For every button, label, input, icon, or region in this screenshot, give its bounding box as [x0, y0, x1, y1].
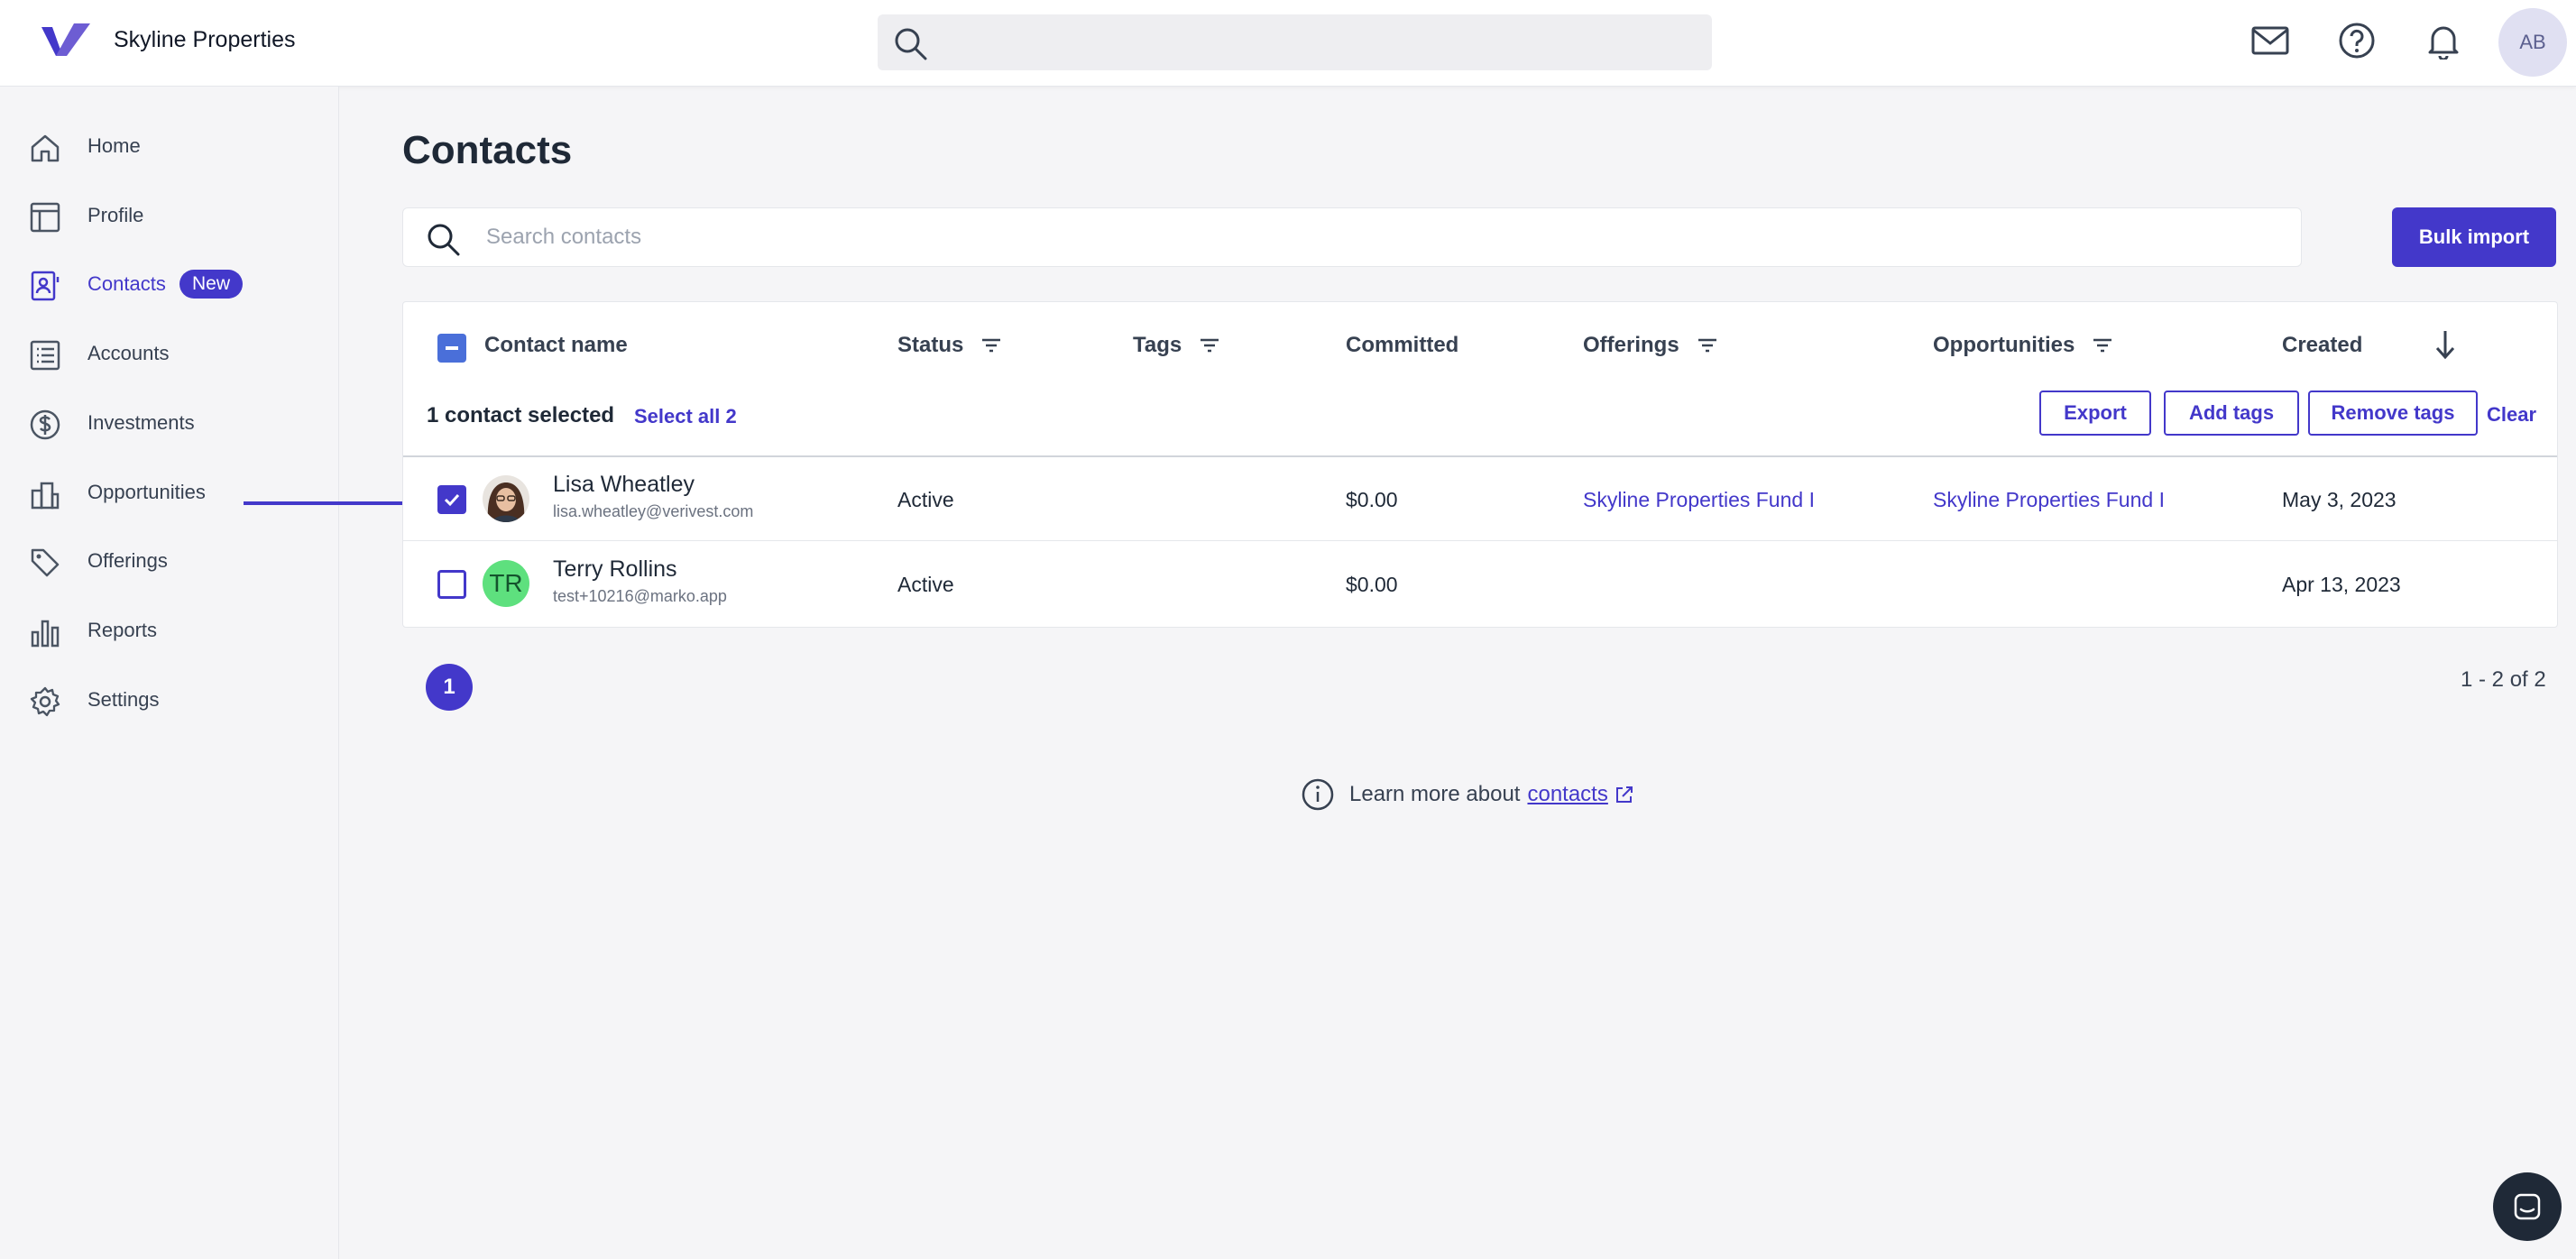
- new-badge: New: [179, 270, 244, 299]
- mail-icon[interactable]: [2251, 22, 2289, 60]
- select-all-checkbox[interactable]: [437, 334, 466, 363]
- sidebar-item-accounts[interactable]: Accounts: [0, 326, 339, 381]
- info-icon: [1302, 778, 1334, 811]
- sidebar-item-label: Settings: [87, 688, 160, 711]
- learn-more-text: Learn more about: [1349, 782, 1521, 806]
- user-avatar[interactable]: AB: [2498, 8, 2567, 77]
- created-cell: Apr 13, 2023: [2282, 573, 2401, 596]
- sidebar-item-label: Profile: [87, 204, 144, 226]
- sidebar: Home Profile Contacts New Accounts Inves…: [0, 87, 339, 1259]
- checkmark-icon: [444, 493, 460, 507]
- accounts-icon: [30, 340, 60, 371]
- remove-tags-button[interactable]: Remove tags: [2308, 391, 2478, 436]
- main-content: Contacts Bulk import Contact name Status…: [339, 87, 2576, 1259]
- add-tags-button[interactable]: Add tags: [2164, 391, 2299, 436]
- sidebar-item-label: Offerings: [87, 549, 168, 572]
- learn-more: Learn more about contacts: [1301, 777, 1635, 812]
- sidebar-item-label: Investments: [87, 411, 195, 434]
- sidebar-item-investments[interactable]: Investments: [0, 396, 339, 450]
- selection-count: 1 contact selected: [427, 403, 615, 427]
- external-link-icon[interactable]: [1614, 784, 1635, 805]
- help-icon[interactable]: [2338, 22, 2376, 60]
- select-all-link[interactable]: Select all 2: [634, 405, 737, 428]
- column-header-created[interactable]: Created: [2282, 333, 2362, 358]
- investments-icon: [30, 409, 60, 440]
- column-header-label: Committed: [1346, 333, 1459, 357]
- table-row[interactable]: TR Terry Rollins test+10216@marko.app Ac…: [403, 542, 2557, 626]
- filter-icon[interactable]: [2093, 337, 2112, 354]
- status-cell: Active: [897, 573, 954, 596]
- contact-name[interactable]: Lisa Wheatley: [553, 472, 695, 498]
- sidebar-item-offerings[interactable]: Offerings: [0, 534, 339, 588]
- home-icon: [31, 134, 60, 162]
- column-header-label: Created: [2282, 333, 2363, 357]
- contact-email: lisa.wheatley@verivest.com: [553, 502, 754, 520]
- column-header-label: Offerings: [1583, 333, 1679, 357]
- bulk-import-button[interactable]: Bulk import: [2392, 207, 2556, 267]
- column-header-opportunities[interactable]: Opportunities: [1933, 333, 2112, 358]
- avatar: [483, 475, 529, 522]
- sidebar-item-profile[interactable]: Profile: [0, 188, 339, 243]
- sidebar-item-label: Contacts: [87, 272, 166, 295]
- column-header-offerings[interactable]: Offerings: [1583, 333, 1717, 358]
- sidebar-item-home[interactable]: Home: [0, 119, 339, 173]
- column-header-tags[interactable]: Tags: [1133, 333, 1219, 358]
- settings-icon: [30, 686, 60, 717]
- sidebar-item-reports[interactable]: Reports: [0, 603, 339, 657]
- column-header-label: Opportunities: [1933, 333, 2075, 357]
- contact-name[interactable]: Terry Rollins: [553, 556, 677, 583]
- filter-icon[interactable]: [1200, 337, 1219, 354]
- table-row[interactable]: Lisa Wheatley lisa.wheatley@verivest.com…: [403, 457, 2557, 541]
- contact-photo: [483, 475, 529, 522]
- sidebar-item-label: Accounts: [87, 342, 170, 364]
- column-header-label: Tags: [1133, 333, 1182, 357]
- filter-icon[interactable]: [981, 337, 1001, 354]
- profile-icon: [30, 202, 60, 233]
- row-checkbox[interactable]: [437, 485, 466, 514]
- global-search-input[interactable]: [878, 14, 1712, 70]
- contact-search-input[interactable]: [484, 217, 2198, 257]
- column-header-contact-name[interactable]: Contact name: [484, 333, 628, 358]
- sidebar-item-settings[interactable]: Settings: [0, 673, 339, 727]
- avatar: TR: [483, 560, 529, 607]
- page-title: Contacts: [402, 128, 573, 172]
- top-bar: Skyline Properties AB: [0, 0, 2576, 87]
- pagination-range: 1 - 2 of 2: [2461, 667, 2546, 692]
- committed-cell: $0.00: [1346, 573, 1398, 596]
- sidebar-item-label: Opportunities: [87, 481, 206, 503]
- contacts-icon: [31, 271, 60, 301]
- chat-launcher-button[interactable]: [2493, 1172, 2562, 1241]
- sort-descending-icon[interactable]: [2434, 329, 2456, 360]
- contacts-docs-link[interactable]: contacts: [1527, 782, 1607, 807]
- sidebar-item-label: Home: [87, 134, 141, 157]
- page-button-current[interactable]: 1: [426, 664, 473, 711]
- row-checkbox[interactable]: [437, 570, 466, 599]
- opportunity-link[interactable]: Skyline Properties Fund I: [1933, 488, 2165, 512]
- sidebar-item-label: Reports: [87, 619, 158, 641]
- filter-icon[interactable]: [1697, 337, 1717, 354]
- reports-icon: [31, 620, 60, 648]
- opportunities-icon: [31, 482, 60, 510]
- created-cell: May 3, 2023: [2282, 488, 2397, 511]
- search-icon: [428, 224, 460, 256]
- sidebar-item-contacts[interactable]: Contacts New: [0, 257, 339, 311]
- column-header-committed[interactable]: Committed: [1346, 333, 1458, 358]
- column-header-status[interactable]: Status: [897, 333, 1001, 358]
- contact-search-box[interactable]: [402, 207, 2302, 267]
- app-logo[interactable]: [40, 20, 92, 60]
- search-icon: [895, 28, 927, 60]
- offering-link[interactable]: Skyline Properties Fund I: [1583, 488, 1815, 512]
- offerings-icon: [31, 548, 60, 577]
- contacts-table: Contact name Status Tags Committed Offer…: [402, 301, 2558, 628]
- brand-name: Skyline Properties: [114, 27, 296, 52]
- clear-selection-link[interactable]: Clear: [2487, 403, 2536, 427]
- bell-icon[interactable]: [2424, 22, 2462, 60]
- committed-cell: $0.00: [1346, 488, 1398, 511]
- export-button[interactable]: Export: [2039, 391, 2151, 436]
- column-header-label: Status: [897, 333, 964, 357]
- column-header-label: Contact name: [484, 333, 628, 357]
- contact-email: test+10216@marko.app: [553, 587, 727, 605]
- chat-icon: [2514, 1193, 2541, 1220]
- status-cell: Active: [897, 488, 954, 511]
